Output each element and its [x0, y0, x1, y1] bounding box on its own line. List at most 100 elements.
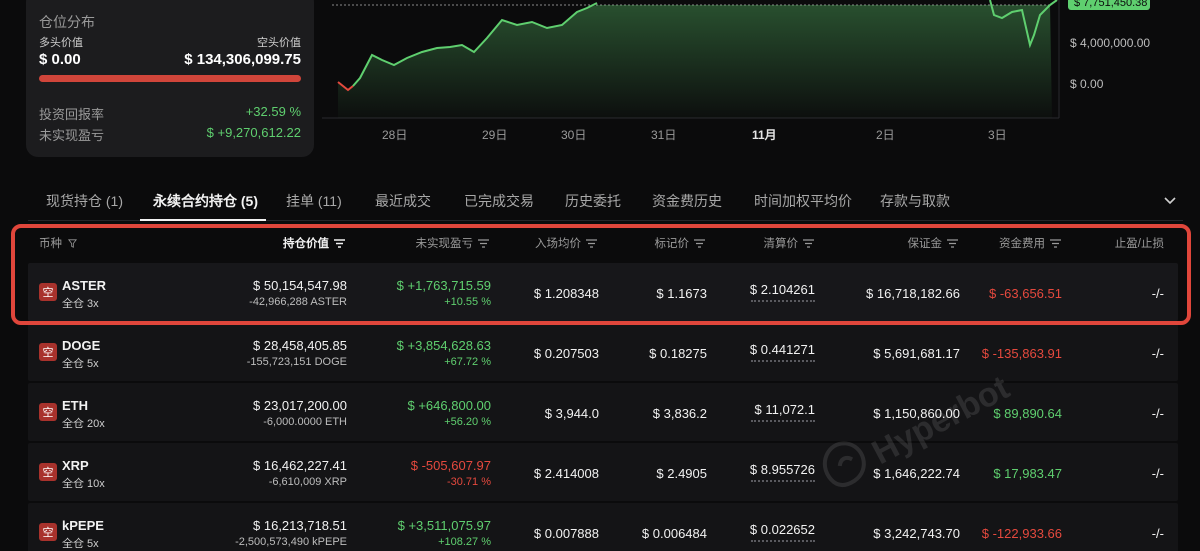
liq-price[interactable]: $ 11,072.1 [755, 402, 815, 417]
tpsl-value[interactable]: -/- [1152, 346, 1164, 361]
coin-symbol[interactable]: XRP [62, 458, 89, 473]
upnl-value: $ +3,854,628.63 [396, 338, 491, 353]
liq-price-underline [751, 299, 815, 302]
col-liq-price-label: 清算价 [763, 238, 799, 250]
upnl-value: $ +1,763,715.59 [396, 278, 491, 293]
tab-recent-trades[interactable]: 最近成交 [375, 191, 431, 211]
filter-funnel-icon[interactable] [67, 238, 78, 248]
col-funding-label: 资金费用 [999, 238, 1045, 250]
upnl-value: $ -505,607.97 [410, 458, 491, 473]
liq-price-underline [751, 479, 815, 482]
col-margin-label: 保证金 [907, 238, 943, 250]
tab-order-history[interactable]: 历史委托 [565, 191, 621, 211]
sort-icon[interactable] [1050, 238, 1061, 248]
position-value: $ 28,458,405.85 [253, 338, 347, 353]
coin-symbol[interactable]: ETH [62, 398, 88, 413]
col-entry-price-label: 入场均价 [535, 238, 581, 250]
short-side-icon: 空 [39, 463, 57, 481]
x-axis-label-29: 29日 [482, 128, 508, 142]
upnl-value: $ +3,511,075.97 [397, 518, 491, 533]
active-tab-indicator [140, 219, 266, 221]
x-axis-label-28: 28日 [382, 128, 408, 142]
short-side-icon: 空 [39, 403, 57, 421]
position-size: -42,966,288 ASTER [249, 296, 347, 308]
margin-value: $ 5,691,681.17 [873, 346, 960, 361]
upnl-percent: +67.72 % [444, 356, 491, 368]
col-coin[interactable]: 币种 [39, 235, 78, 251]
position-size: -6,610,009 XRP [268, 476, 347, 488]
upnl-label: 未实现盈亏 [39, 128, 105, 143]
liq-price[interactable]: $ 0.441271 [750, 342, 815, 357]
entry-price: $ 2.414008 [533, 466, 599, 481]
sort-icon[interactable] [334, 238, 345, 248]
col-position-value[interactable]: 持仓价值 [283, 235, 345, 251]
entry-price: $ 0.207503 [533, 346, 599, 361]
col-liq-price[interactable]: 清算价 [763, 235, 814, 251]
col-tpsl: 止盈/止损 [1115, 235, 1164, 251]
position-size: -2,500,573,490 kPEPE [235, 536, 347, 548]
liq-price[interactable]: $ 2.104261 [750, 282, 815, 297]
liq-price-underline [751, 419, 815, 422]
tab-completed-trades[interactable]: 已完成交易 [464, 191, 534, 211]
tab-twap[interactable]: 时间加权平均价 [754, 191, 852, 211]
liq-price-underline [751, 359, 815, 362]
mark-price: $ 3,836.2 [652, 406, 707, 421]
coin-leverage: 全仓 20x [62, 418, 105, 430]
position-row[interactable]: 空 ASTER 全仓 3x $ 50,154,547.98 -42,966,28… [28, 263, 1178, 321]
upnl-percent: +108.27 % [438, 536, 491, 548]
position-summary-card: 仓位分布 多头价值 空头价值 $ 0.00 $ 134,306,099.75 投… [26, 0, 314, 157]
sort-icon[interactable] [586, 238, 597, 248]
liq-price[interactable]: $ 0.022652 [750, 522, 815, 537]
tpsl-value[interactable]: -/- [1152, 406, 1164, 421]
position-value: $ 16,462,227.41 [253, 458, 347, 473]
coin-symbol[interactable]: kPEPE [62, 518, 104, 533]
coin-leverage: 全仓 5x [62, 358, 99, 370]
sort-icon[interactable] [478, 238, 489, 248]
x-axis-label-3: 3日 [988, 128, 1007, 142]
coin-leverage: 全仓 5x [62, 538, 99, 550]
tab-open-orders[interactable]: 挂单 (11) [286, 191, 342, 211]
tpsl-value[interactable]: -/- [1152, 286, 1164, 301]
col-position-value-label: 持仓价值 [283, 238, 329, 250]
short-value-label: 空头价值 [257, 37, 301, 49]
sort-icon[interactable] [947, 238, 958, 248]
col-mark-price[interactable]: 标记价 [655, 235, 705, 251]
chevron-down-icon[interactable] [1163, 193, 1177, 207]
col-funding[interactable]: 资金费用 [999, 235, 1061, 251]
pnl-chart[interactable]: $ 7,751,450.38 $ 4,000,000.00 $ 0.00 28日… [322, 0, 1200, 150]
liq-price[interactable]: $ 8.955726 [750, 462, 815, 477]
short-side-icon: 空 [39, 283, 57, 301]
col-entry-price[interactable]: 入场均价 [535, 235, 597, 251]
roi-value: +32.59 % [245, 104, 301, 119]
tab-funding-history[interactable]: 资金费历史 [652, 191, 722, 211]
position-size: -155,723,151 DOGE [246, 356, 347, 368]
tab-perp-positions[interactable]: 永续合约持仓 (5) [153, 191, 258, 211]
position-row[interactable]: 空 kPEPE 全仓 5x $ 16,213,718.51 -2,500,573… [28, 503, 1178, 551]
position-row[interactable]: 空 DOGE 全仓 5x $ 28,458,405.85 -155,723,15… [28, 323, 1178, 381]
mark-price: $ 0.006484 [641, 526, 707, 541]
col-upnl[interactable]: 未实现盈亏 [416, 235, 489, 251]
tab-deposits-withdrawals[interactable]: 存款与取款 [880, 191, 950, 211]
mark-price: $ 0.18275 [649, 346, 707, 361]
long-value-label: 多头价值 [39, 37, 83, 49]
short-value: $ 134,306,099.75 [184, 51, 301, 68]
coin-leverage: 全仓 3x [62, 298, 99, 310]
funding-value: $ -63,656.51 [988, 286, 1062, 301]
position-value: $ 16,213,718.51 [253, 518, 347, 533]
entry-price: $ 0.007888 [533, 526, 599, 541]
current-pnl-tag: $ 7,751,450.38 [1068, 0, 1150, 10]
tpsl-value[interactable]: -/- [1152, 526, 1164, 541]
tpsl-value[interactable]: -/- [1152, 466, 1164, 481]
upnl-percent: -30.71 % [446, 476, 491, 488]
coin-symbol[interactable]: ASTER [62, 278, 106, 293]
coin-symbol[interactable]: DOGE [62, 338, 100, 353]
sort-icon[interactable] [803, 238, 814, 248]
funding-value: $ -135,863.91 [981, 346, 1062, 361]
sort-icon[interactable] [694, 238, 705, 248]
entry-price: $ 1.208348 [533, 286, 599, 301]
col-margin[interactable]: 保证金 [907, 235, 958, 251]
coin-leverage: 全仓 10x [62, 478, 105, 490]
x-axis-label-30: 30日 [561, 128, 587, 142]
tab-spot-holdings[interactable]: 现货持仓 (1) [46, 191, 123, 211]
x-axis-label-31: 31日 [651, 128, 677, 142]
